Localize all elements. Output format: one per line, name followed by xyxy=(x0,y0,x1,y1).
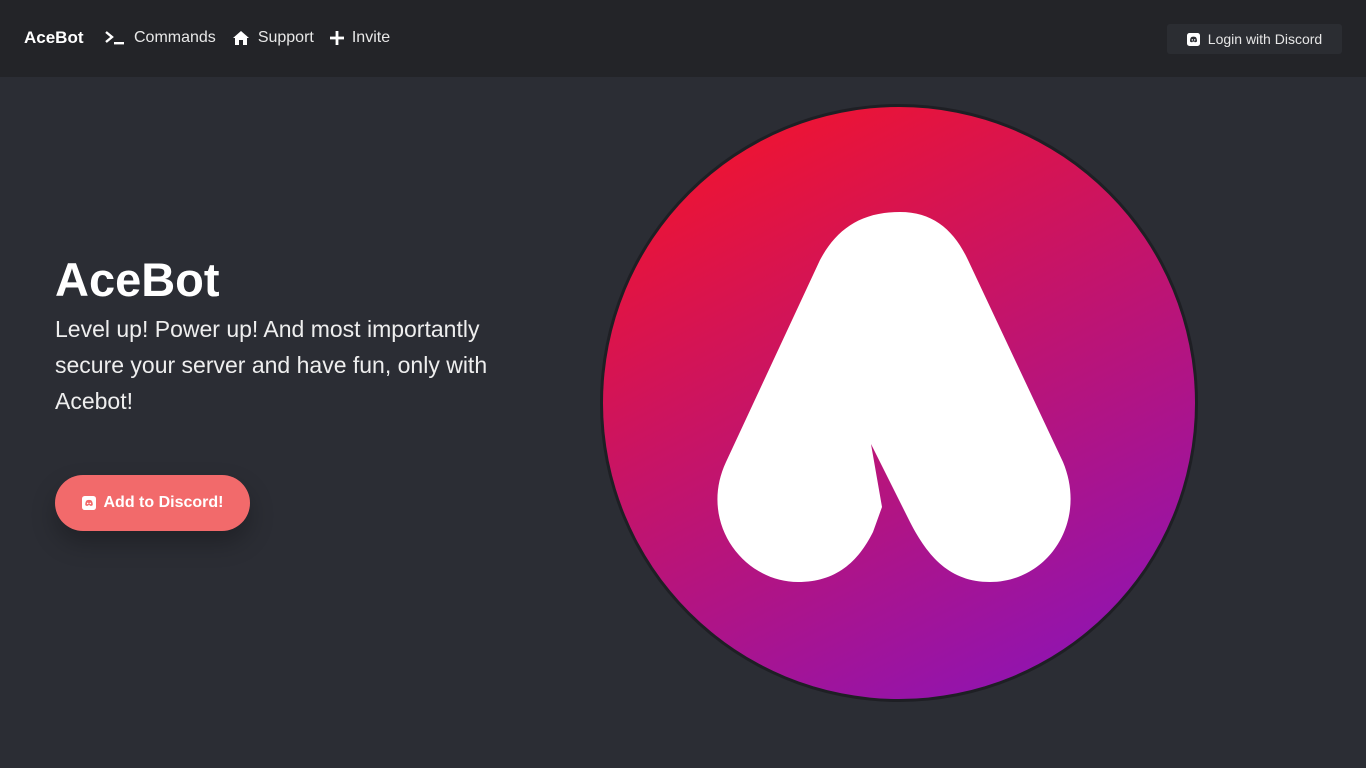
nav-link-label: Commands xyxy=(134,29,216,46)
nav-link-support[interactable]: Support xyxy=(232,28,314,48)
hero-subtitle: Level up! Power up! And most importantly… xyxy=(55,316,488,414)
navbar: AceBot Commands Support Invite Login wit… xyxy=(0,0,1366,77)
acebot-logo xyxy=(598,102,1200,704)
terminal-icon xyxy=(104,30,126,46)
nav-link-label: Support xyxy=(257,29,314,46)
login-with-discord-button[interactable]: Login with Discord xyxy=(1167,24,1342,54)
discord-icon xyxy=(81,496,96,510)
home-icon xyxy=(232,30,250,46)
login-button-label: Login with Discord xyxy=(1207,31,1323,47)
hero-title: AceBot xyxy=(55,253,220,306)
add-to-discord-label: Add to Discord! xyxy=(103,494,224,511)
brand-link[interactable]: AceBot xyxy=(24,28,84,48)
nav-link-commands[interactable]: Commands xyxy=(104,28,216,48)
add-to-discord-button[interactable]: Add to Discord! xyxy=(55,475,250,531)
discord-icon xyxy=(1186,32,1200,46)
nav-link-label: Invite xyxy=(351,29,391,46)
nav-links: Commands Support Invite xyxy=(104,28,406,48)
plus-icon xyxy=(329,31,344,45)
nav-link-invite[interactable]: Invite xyxy=(329,28,391,48)
